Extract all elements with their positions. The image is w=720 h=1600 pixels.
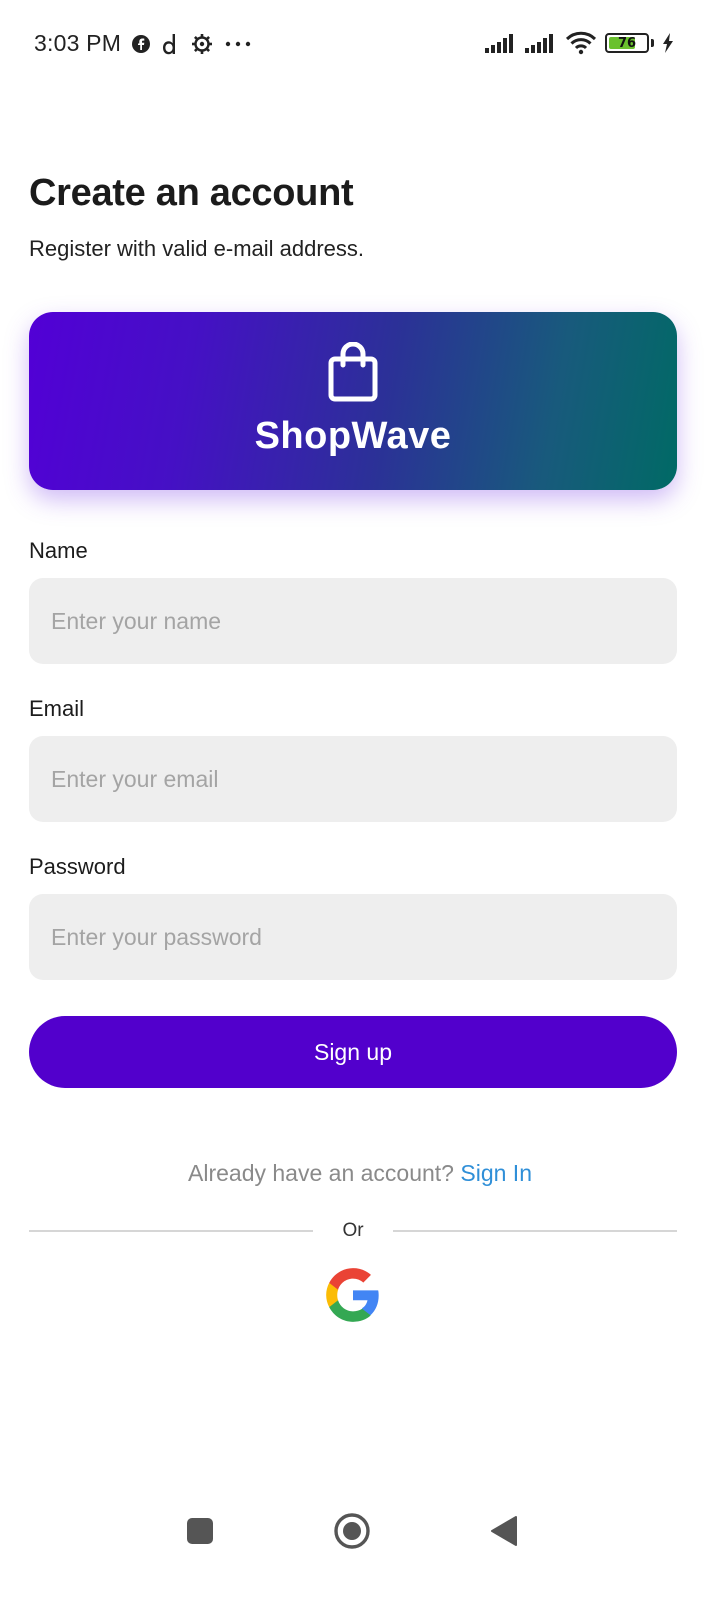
signup-button[interactable]: Sign up (29, 1016, 677, 1088)
name-label: Name (29, 538, 88, 563)
charging-icon (662, 33, 674, 53)
home-button[interactable] (326, 1506, 378, 1558)
recent-apps-button[interactable] (174, 1506, 226, 1558)
status-time: 3:03 PM (34, 30, 122, 56)
name-field[interactable] (29, 578, 677, 664)
status-right: 76 (485, 31, 674, 55)
page-subtitle: Register with valid e-mail address. (29, 236, 365, 261)
password-field[interactable] (29, 894, 677, 980)
signin-prompt: Already have an account? (188, 1160, 454, 1186)
signin-link[interactable]: Sign In (460, 1160, 532, 1186)
signal-icon (525, 32, 557, 54)
email-label: Email (29, 696, 85, 721)
divider-line-right (393, 1230, 677, 1232)
back-icon (489, 1515, 519, 1550)
d-app-icon (161, 32, 181, 56)
page-title: Create an account (29, 172, 354, 214)
signal-icon (485, 32, 517, 54)
shopping-bag-icon (328, 341, 378, 407)
google-icon (325, 1268, 381, 1326)
battery-icon: 76 (605, 33, 649, 53)
status-left: 3:03 PM (34, 30, 253, 57)
battery-label: 76 (617, 35, 637, 51)
email-field[interactable] (29, 736, 677, 822)
more-dots-icon (223, 39, 253, 49)
status-bar: 3:03 PM 76 (0, 0, 720, 90)
brand-name: ShopWave (254, 415, 452, 457)
brand-banner: ShopWave (29, 312, 677, 490)
settings-gear-icon (191, 33, 213, 55)
wifi-icon (565, 31, 597, 55)
back-button[interactable] (478, 1506, 530, 1558)
home-icon (333, 1512, 371, 1553)
google-signin-button[interactable] (325, 1267, 381, 1323)
signin-row: Already have an account? Sign In (0, 1160, 720, 1187)
password-label: Password (29, 854, 126, 879)
battery-tip (651, 39, 654, 47)
facebook-icon (131, 34, 151, 54)
navigation-bar (0, 1490, 720, 1600)
recent-apps-icon (186, 1517, 214, 1548)
